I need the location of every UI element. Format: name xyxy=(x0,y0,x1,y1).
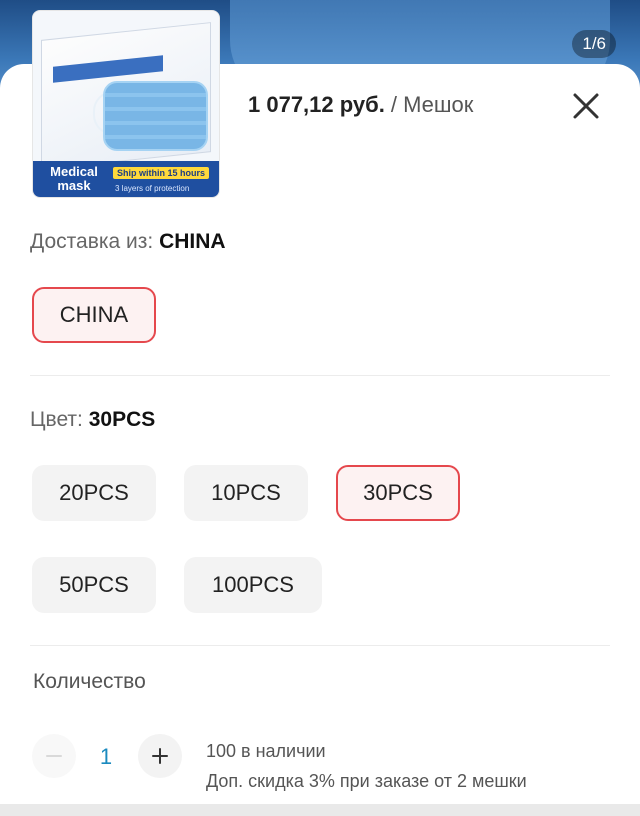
plus-icon xyxy=(152,748,168,764)
product-thumbnail[interactable]: Medical mask Ship within 15 hours 3 laye… xyxy=(32,10,220,198)
minus-icon xyxy=(46,755,62,757)
delivery-label: Доставка из: CHINA xyxy=(30,230,226,254)
delivery-option-label: CHINA xyxy=(59,302,129,327)
color-option-label: 10PCS xyxy=(211,480,281,505)
gallery-page-counter: 1/6 xyxy=(572,30,616,58)
thumbnail-layers-text: 3 layers of protection xyxy=(115,184,190,193)
quantity-label: Количество xyxy=(33,670,146,693)
color-option-20pcs[interactable]: 20PCS xyxy=(32,465,156,521)
color-option-100pcs[interactable]: 100PCS xyxy=(184,557,322,613)
thumbnail-mask-image xyxy=(103,81,208,151)
price-row: 1 077,12 руб. / Мешок xyxy=(248,92,473,118)
color-selected-value: 30PCS xyxy=(88,408,156,431)
delivery-option-china[interactable]: CHINA xyxy=(32,287,156,343)
color-option-30pcs[interactable]: 30PCS xyxy=(336,465,460,521)
color-option-10pcs[interactable]: 10PCS xyxy=(184,465,308,521)
delivery-selected-value: CHINA xyxy=(159,230,226,253)
quantity-decrease-button[interactable] xyxy=(32,734,76,778)
color-option-label: 50PCS xyxy=(59,572,129,597)
bottom-bar xyxy=(0,804,640,816)
color-label: Цвет: 30PCS xyxy=(30,408,155,432)
section-divider xyxy=(30,375,610,376)
bulk-discount-note: Доп. скидка 3% при заказе от 2 мешки xyxy=(206,771,527,791)
quantity-value[interactable]: 1 xyxy=(94,744,118,770)
quantity-increase-button[interactable] xyxy=(138,734,182,778)
close-button[interactable] xyxy=(568,88,604,124)
color-option-label: 20PCS xyxy=(59,480,129,505)
thumbnail-ship-badge: Ship within 15 hours xyxy=(113,167,210,179)
color-option-label: 30PCS xyxy=(363,480,433,505)
color-option-50pcs[interactable]: 50PCS xyxy=(32,557,156,613)
delivery-label-text: Доставка из: xyxy=(30,230,154,253)
stock-count: 100 в наличии xyxy=(206,741,326,761)
price-unit: / Мешок xyxy=(390,92,474,117)
thumbnail-medical-mask-text: Medical mask xyxy=(50,164,98,193)
close-icon xyxy=(573,93,599,119)
stock-info: 100 в наличии Доп. скидка 3% при заказе … xyxy=(206,736,527,796)
color-option-label: 100PCS xyxy=(212,572,294,597)
color-label-text: Цвет: xyxy=(30,408,83,431)
section-divider xyxy=(30,645,610,646)
product-price: 1 077,12 руб. xyxy=(248,92,385,117)
